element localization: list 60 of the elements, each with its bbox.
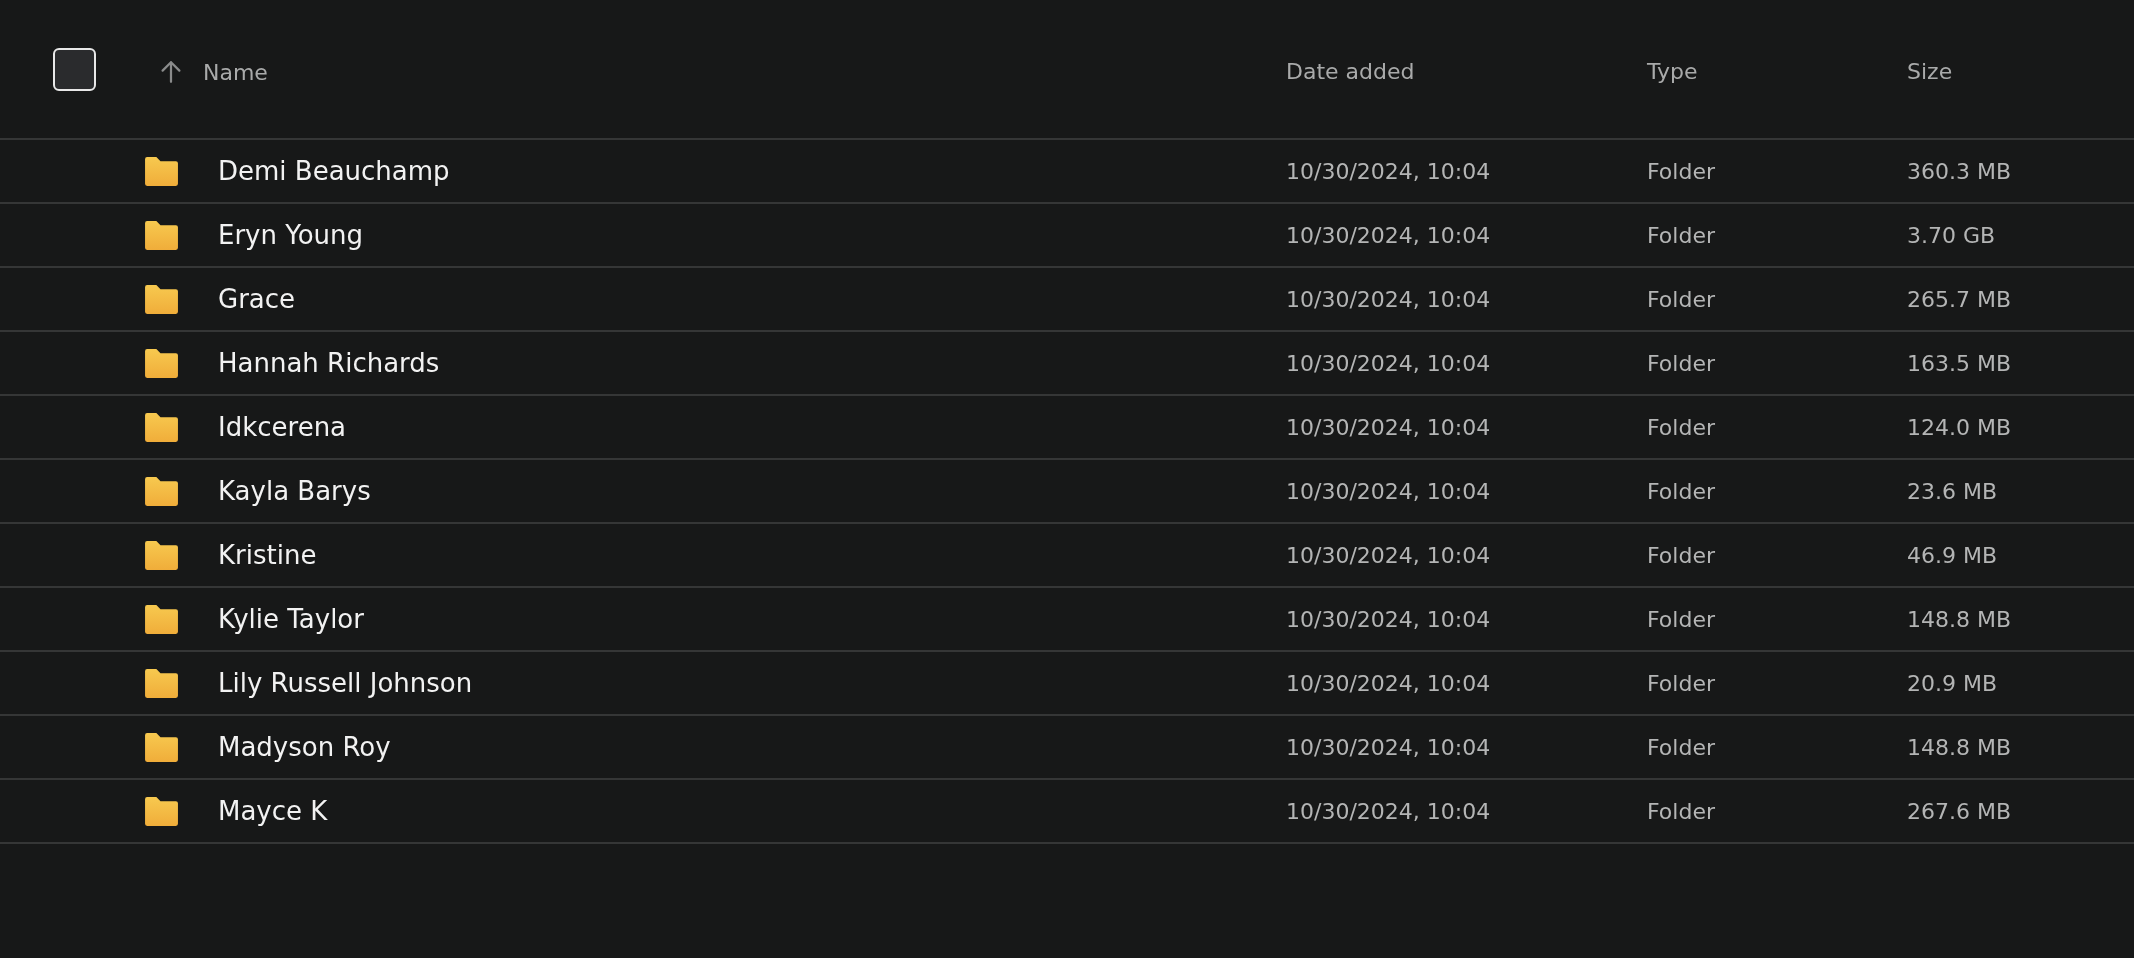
date-added: 10/30/2024, 10:04	[1286, 670, 1491, 696]
file-type: Folder	[1647, 478, 1715, 504]
file-name[interactable]: Madyson Roy	[218, 732, 391, 762]
file-name[interactable]: Demi Beauchamp	[218, 156, 450, 186]
column-header[interactable]: Date added	[1286, 58, 1415, 84]
file-name[interactable]: Mayce K	[218, 796, 328, 826]
date-added: 10/30/2024, 10:04	[1286, 542, 1491, 568]
file-size: 23.6 MB	[1907, 478, 1998, 504]
date-added: 10/30/2024, 10:04	[1286, 222, 1491, 248]
file-type: Folder	[1647, 734, 1715, 760]
file-name[interactable]: Kylie Taylor	[218, 604, 364, 634]
file-size: 267.6 MB	[1907, 798, 2012, 824]
folder-icon	[143, 282, 180, 316]
file-name[interactable]: Grace	[218, 284, 296, 314]
file-size: 148.8 MB	[1907, 606, 2012, 632]
file-type: Folder	[1647, 670, 1715, 696]
file-type: Folder	[1647, 222, 1715, 248]
file-type: Folder	[1647, 798, 1715, 824]
date-added: 10/30/2024, 10:04	[1286, 350, 1491, 376]
folder-icon	[143, 410, 180, 444]
file-type: Folder	[1647, 414, 1715, 440]
date-added: 10/30/2024, 10:04	[1286, 606, 1491, 632]
file-size: 163.5 MB	[1907, 350, 2012, 376]
file-type: Folder	[1647, 286, 1715, 312]
column-header[interactable]: Name	[203, 59, 268, 85]
file-type: Folder	[1647, 350, 1715, 376]
file-size: 360.3 MB	[1907, 158, 2012, 184]
file-size: 265.7 MB	[1907, 286, 2012, 312]
date-added: 10/30/2024, 10:04	[1286, 798, 1491, 824]
column-header[interactable]: Type	[1647, 58, 1698, 84]
file-name[interactable]: Kristine	[218, 540, 317, 570]
file-name[interactable]: Kayla Barys	[218, 476, 371, 506]
folder-icon	[143, 794, 180, 828]
date-added: 10/30/2024, 10:04	[1286, 158, 1491, 184]
date-added: 10/30/2024, 10:04	[1286, 286, 1491, 312]
file-name[interactable]: Lily Russell Johnson	[218, 668, 473, 698]
file-size: 124.0 MB	[1907, 414, 2012, 440]
folder-icon	[143, 154, 180, 188]
file-size: 20.9 MB	[1907, 670, 1998, 696]
folder-icon	[143, 474, 180, 508]
folder-icon	[143, 218, 180, 252]
file-type: Folder	[1647, 606, 1715, 632]
file-size: 46.9 MB	[1907, 542, 1998, 568]
select-all-checkbox[interactable]	[52, 47, 96, 91]
date-added: 10/30/2024, 10:04	[1286, 414, 1491, 440]
date-added: 10/30/2024, 10:04	[1286, 734, 1491, 760]
file-size: 148.8 MB	[1907, 734, 2012, 760]
folder-icon	[143, 730, 180, 764]
file-name[interactable]: Hannah Richards	[218, 348, 440, 378]
file-name[interactable]: Eryn Young	[218, 220, 364, 250]
folder-icon	[143, 346, 180, 380]
file-type: Folder	[1647, 158, 1715, 184]
date-added: 10/30/2024, 10:04	[1286, 478, 1491, 504]
file-size: 3.70 GB	[1907, 222, 1996, 248]
folder-icon	[143, 602, 180, 636]
file-type: Folder	[1647, 542, 1715, 568]
folder-icon	[143, 666, 180, 700]
column-header[interactable]: Size	[1907, 58, 1953, 84]
folder-icon	[143, 538, 180, 572]
file-name[interactable]: Idkcerena	[218, 412, 347, 442]
